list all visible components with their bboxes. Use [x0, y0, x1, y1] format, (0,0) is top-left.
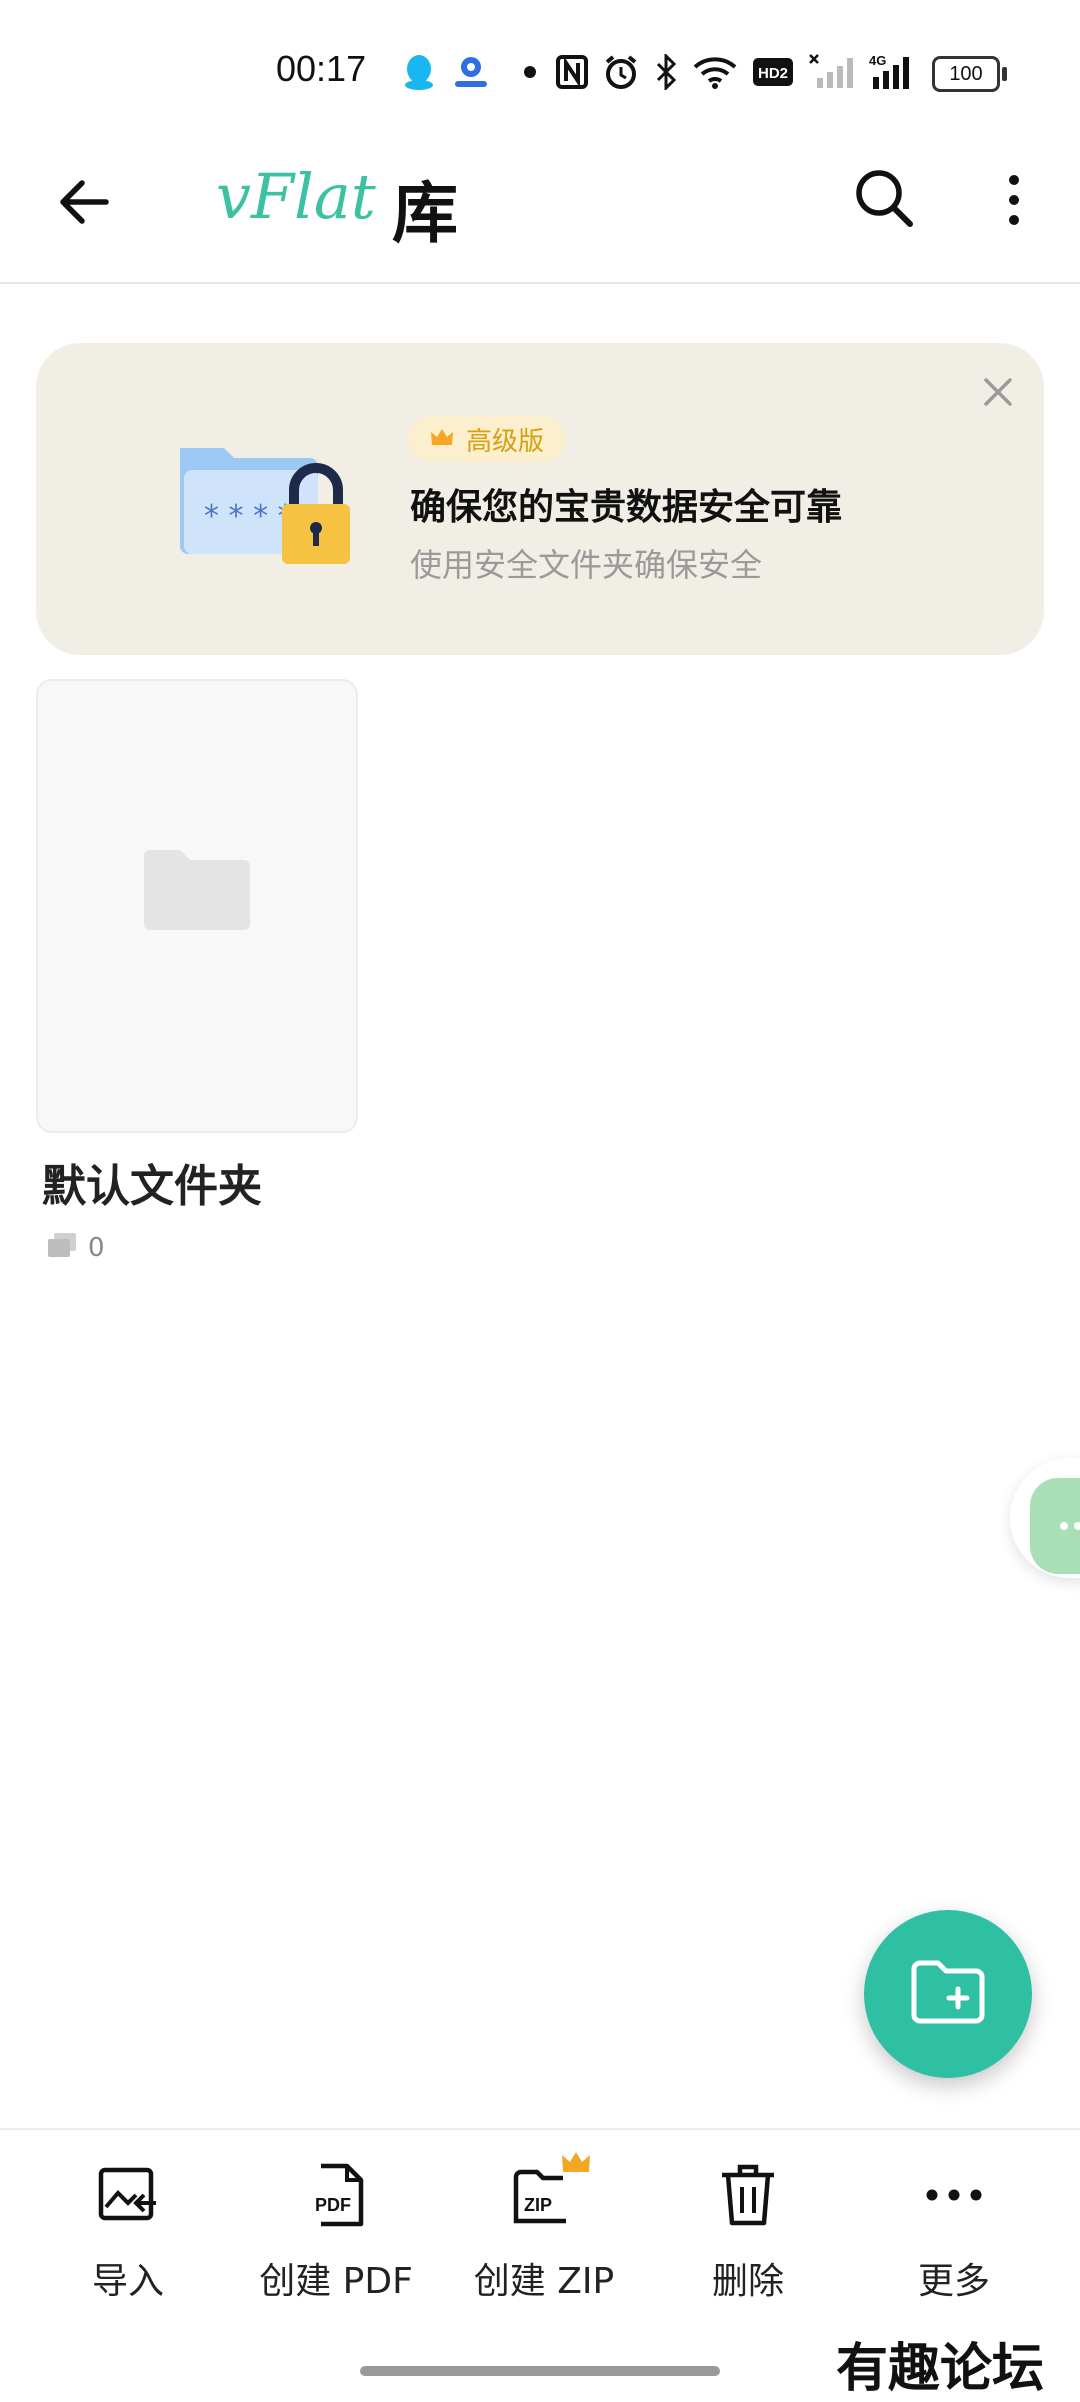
add-folder-icon: [910, 1959, 986, 2029]
banner-subtitle: 使用安全文件夹确保安全: [410, 546, 763, 584]
top-app-bar: [0, 140, 1080, 284]
premium-crown-icon: [561, 2150, 591, 2178]
toolbar-create-zip-button[interactable]: ZIP 创建 ZIP: [436, 2152, 652, 2310]
gesture-home-bar[interactable]: [360, 2366, 720, 2376]
close-icon[interactable]: [978, 372, 1018, 412]
overflow-menu-icon[interactable]: [994, 168, 1034, 232]
back-arrow-icon[interactable]: [52, 170, 116, 234]
folder-name[interactable]: 默认文件夹: [42, 1150, 262, 1214]
app-notification-icon: [450, 52, 492, 92]
wifi-icon: [692, 52, 738, 92]
pages-stack-icon: [46, 1231, 78, 1266]
signal-4g-icon: 4G: [868, 52, 918, 92]
qq-icon: [400, 52, 438, 92]
battery-icon: 100: [932, 56, 1007, 92]
folder-icon: [144, 846, 250, 930]
toolbar-delete-label: 删除: [711, 2261, 784, 2302]
nfc-icon: [554, 52, 590, 92]
status-time: 00:17: [276, 48, 367, 89]
chat-bubble-icon[interactable]: [1030, 1478, 1080, 1574]
toolbar-more-label: 更多: [917, 2261, 990, 2302]
toolbar-create-zip-label: 创建 ZIP: [473, 2261, 615, 2302]
folder-page-count: 0: [88, 1233, 105, 1263]
folder-meta: 0: [46, 1228, 105, 1268]
new-folder-fab[interactable]: [864, 1910, 1032, 2078]
toolbar-create-pdf-button[interactable]: PDF 创建 PDF: [228, 2160, 444, 2310]
premium-badge-label: 高级版: [466, 426, 545, 457]
locked-folder-illustration: * * * *: [176, 440, 356, 570]
watermark-text: 有趣论坛: [836, 2338, 1045, 2399]
toolbar-import-label: 导入: [91, 2261, 164, 2302]
brand-logo-text: vFlat: [216, 160, 376, 233]
import-image-icon: [93, 2160, 163, 2230]
svg-text:4G: 4G: [869, 53, 886, 68]
status-bar: [0, 0, 1080, 140]
svg-text:PDF: PDF: [315, 2195, 351, 2215]
toolbar-import-button[interactable]: 导入: [20, 2160, 236, 2310]
alarm-icon: [602, 52, 640, 92]
search-icon[interactable]: [852, 166, 916, 230]
signal-off-icon: [808, 52, 854, 92]
svg-text:* * * *: * * * *: [204, 499, 293, 534]
dot-icon: [520, 52, 540, 92]
hd-icon: HD2: [752, 52, 794, 92]
toolbar-delete-button[interactable]: 删除: [640, 2160, 856, 2310]
trash-icon: [713, 2160, 783, 2230]
svg-text:ZIP: ZIP: [524, 2195, 552, 2215]
premium-badge: 高级版: [408, 416, 567, 462]
pdf-file-icon: PDF: [301, 2160, 371, 2230]
more-horizontal-icon: [919, 2160, 989, 2230]
bluetooth-icon: [652, 52, 680, 92]
toolbar-more-button[interactable]: 更多: [846, 2160, 1062, 2310]
svg-text:HD2: HD2: [758, 65, 788, 82]
toolbar-create-pdf-label: 创建 PDF: [259, 2261, 413, 2302]
page-title: 库: [392, 174, 458, 252]
crown-icon: [430, 424, 454, 454]
zip-folder-icon: ZIP: [509, 2152, 590, 2230]
banner-title: 确保您的宝贵数据安全可靠: [410, 487, 843, 528]
